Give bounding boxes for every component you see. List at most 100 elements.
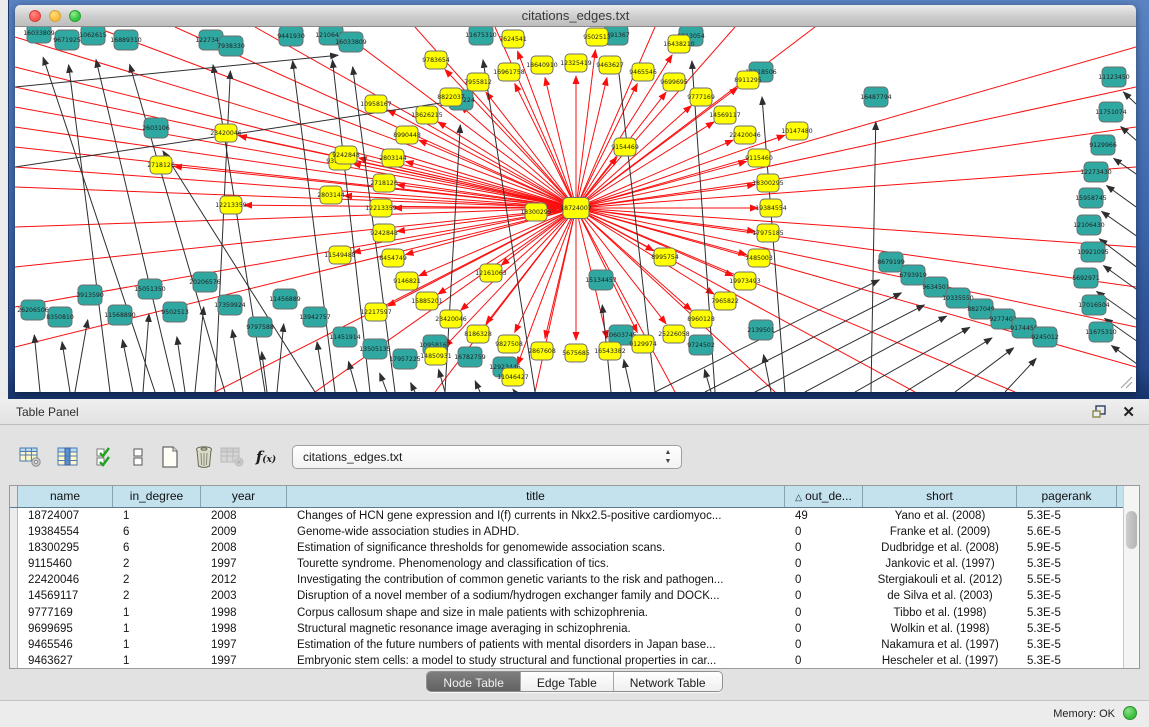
cell-out_degree[interactable]: 0 — [785, 572, 863, 588]
cell-out_degree[interactable]: 0 — [785, 540, 863, 556]
table-row[interactable]: 1456911722003Disruption of a novel membe… — [10, 588, 1139, 604]
cell-pagerank[interactable]: 5.3E-5 — [1017, 508, 1117, 524]
cell-title[interactable]: Corpus callosum shape and size in male p… — [287, 605, 785, 621]
network-node[interactable]: 9441930 — [277, 27, 305, 46]
network-node[interactable]: 16961758 — [493, 63, 525, 81]
network-node[interactable]: 8995754 — [651, 248, 679, 266]
network-node[interactable]: 16889310 — [110, 30, 142, 50]
network-node[interactable]: 1062615 — [79, 27, 107, 45]
network-canvas[interactable]: 1603380996719251062615168893101227343079… — [15, 27, 1136, 392]
show-columns-icon[interactable] — [54, 443, 82, 471]
cell-in_degree[interactable]: 6 — [113, 540, 201, 556]
tab-edge-table[interactable]: Edge Table — [521, 672, 614, 692]
table-row[interactable]: 977716911998Corpus callosum shape and si… — [10, 605, 1139, 621]
network-node[interactable]: 11751074 — [1095, 102, 1127, 122]
network-node[interactable]: 12273430 — [1080, 162, 1112, 182]
cell-short[interactable]: Hescheler et al. (1997) — [863, 653, 1017, 669]
column-header-title[interactable]: title — [287, 486, 785, 507]
create-column-icon[interactable] — [156, 443, 184, 471]
column-header-name[interactable]: name — [18, 486, 113, 507]
network-node[interactable]: 9797588 — [246, 317, 274, 337]
cell-pagerank[interactable]: 5.3E-5 — [1017, 653, 1117, 669]
float-window-icon[interactable] — [1092, 405, 1107, 419]
cell-out_degree[interactable]: 0 — [785, 524, 863, 540]
network-node[interactable]: 9724502 — [687, 335, 715, 355]
network-node[interactable]: 6793919 — [899, 265, 927, 285]
network-node[interactable]: 10921095 — [1077, 242, 1109, 262]
window-resize-handle[interactable] — [1119, 375, 1133, 389]
cell-year[interactable]: 1997 — [201, 556, 287, 572]
network-node[interactable]: 9783654 — [422, 51, 450, 69]
network-node[interactable]: 11675310 — [1085, 322, 1117, 342]
cell-out_degree[interactable]: 49 — [785, 508, 863, 524]
network-node[interactable]: 2718126 — [147, 156, 175, 174]
network-node[interactable]: 16543382 — [594, 342, 626, 360]
table-row[interactable]: 946362711997Embryonic stem cells: a mode… — [10, 653, 1139, 669]
cell-year[interactable]: 2009 — [201, 524, 287, 540]
network-node[interactable]: 11568890 — [104, 305, 136, 325]
cell-in_degree[interactable]: 2 — [113, 572, 201, 588]
network-node[interactable]: 8186328 — [464, 325, 492, 343]
cell-name[interactable]: 18300295 — [18, 540, 113, 556]
cell-short[interactable]: Yano et al. (2008) — [863, 508, 1017, 524]
cell-in_degree[interactable]: 1 — [113, 605, 201, 621]
network-node[interactable]: 9154469 — [611, 138, 639, 156]
cell-out_degree[interactable]: 0 — [785, 653, 863, 669]
cell-short[interactable]: de Silva et al. (2003) — [863, 588, 1017, 604]
network-node[interactable]: 12161063 — [475, 264, 507, 282]
network-node[interactable]: 9129974 — [629, 335, 657, 353]
network-node[interactable]: 13505135 — [359, 339, 391, 359]
network-node[interactable]: 2803144 — [379, 149, 407, 167]
network-node[interactable]: 23420046 — [210, 124, 242, 142]
network-node[interactable]: 8911295 — [734, 71, 762, 89]
network-node[interactable]: 8350810 — [46, 307, 74, 327]
network-node[interactable]: 9465546 — [629, 63, 657, 81]
network-node[interactable]: 22420046 — [729, 126, 761, 144]
network-node[interactable]: 2603106 — [142, 118, 170, 138]
vertical-scrollbar[interactable] — [1123, 486, 1139, 668]
table-row[interactable]: 1872400712008Changes of HCN gene express… — [10, 508, 1139, 524]
network-node[interactable]: 5675685 — [562, 344, 590, 362]
row-options-icon[interactable] — [124, 443, 152, 471]
cell-out_degree[interactable]: 0 — [785, 588, 863, 604]
cell-name[interactable]: 14569117 — [18, 588, 113, 604]
network-node[interactable]: 25226058 — [658, 325, 690, 343]
tab-network-table[interactable]: Network Table — [614, 672, 722, 692]
network-node[interactable]: 17359924 — [214, 295, 246, 315]
network-node[interactable]: 16033809 — [335, 32, 367, 52]
column-header-in_degree[interactable]: in_degree — [113, 486, 201, 507]
cell-in_degree[interactable]: 6 — [113, 524, 201, 540]
network-node[interactable]: 17975185 — [752, 224, 784, 242]
cell-short[interactable]: Tibbo et al. (1998) — [863, 605, 1017, 621]
cell-in_degree[interactable]: 1 — [113, 621, 201, 637]
network-node[interactable]: 9699695 — [660, 73, 688, 91]
cell-pagerank[interactable]: 5.6E-5 — [1017, 524, 1117, 540]
cell-title[interactable]: Tourette syndrome. Phenomenology and cla… — [287, 556, 785, 572]
table-row[interactable]: 946554611997Estimation of the future num… — [10, 637, 1139, 653]
network-node[interactable]: 9777169 — [687, 88, 715, 106]
network-node[interactable]: 9146821 — [393, 272, 421, 290]
network-node[interactable]: 26206506 — [17, 300, 49, 320]
cell-name[interactable]: 9777169 — [18, 605, 113, 621]
network-node[interactable]: 8454749 — [379, 249, 407, 267]
network-node[interactable]: 14850931 — [420, 347, 452, 365]
memory-ok-indicator[interactable] — [1123, 706, 1137, 720]
network-node[interactable]: 17957225 — [389, 349, 421, 369]
delete-columns-icon[interactable] — [190, 443, 218, 471]
network-node[interactable]: 11675310 — [465, 27, 497, 45]
network-node[interactable]: 16487794 — [860, 87, 892, 107]
cell-name[interactable]: 9465546 — [18, 637, 113, 653]
cell-out_degree[interactable]: 0 — [785, 637, 863, 653]
network-node[interactable]: 13626215 — [411, 106, 443, 124]
network-node[interactable]: 2718126 — [370, 174, 398, 192]
cell-in_degree[interactable]: 1 — [113, 653, 201, 669]
network-node[interactable]: 8960128 — [687, 310, 715, 328]
network-node[interactable]: 7624541 — [499, 30, 527, 48]
network-node[interactable]: 9502513 — [161, 302, 189, 322]
table-row[interactable]: 969969511998Structural magnetic resonanc… — [10, 621, 1139, 637]
network-node[interactable]: 2139501 — [747, 320, 775, 340]
network-node[interactable]: 7965822 — [711, 292, 739, 310]
cell-title[interactable]: Estimation of the future numbers of pati… — [287, 637, 785, 653]
table-row[interactable]: 911546021997Tourette syndrome. Phenomeno… — [10, 556, 1139, 572]
network-node[interactable]: 9463627 — [596, 56, 624, 74]
